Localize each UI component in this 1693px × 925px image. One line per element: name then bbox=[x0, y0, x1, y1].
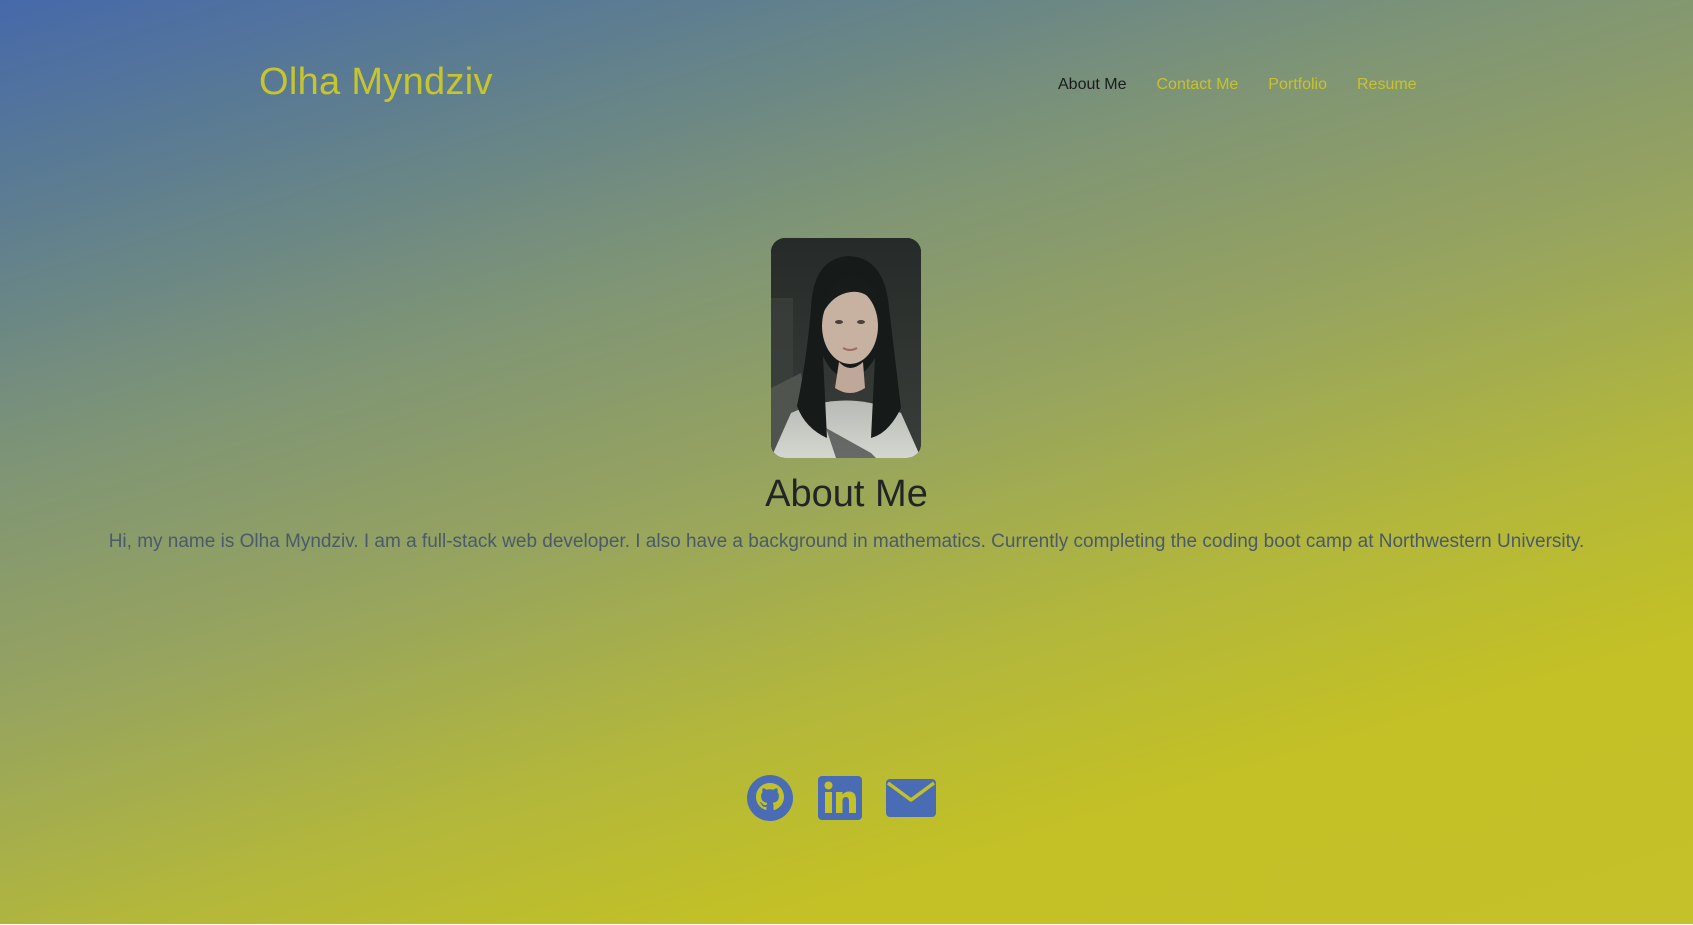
github-link[interactable] bbox=[746, 774, 794, 822]
main-nav: About Me Contact Me Portfolio Resume bbox=[1058, 74, 1417, 96]
profile-photo bbox=[771, 238, 921, 458]
github-icon bbox=[747, 775, 793, 821]
linkedin-link[interactable] bbox=[818, 776, 862, 820]
site-title[interactable]: Olha Myndziv bbox=[259, 58, 493, 106]
nav-link-portfolio[interactable]: Portfolio bbox=[1268, 74, 1327, 96]
about-me-heading: About Me bbox=[765, 473, 928, 515]
email-link[interactable] bbox=[886, 779, 936, 817]
about-me-bio: Hi, my name is Olha Myndziv. I am a full… bbox=[108, 531, 1585, 552]
social-links bbox=[746, 774, 936, 822]
nav-link-resume[interactable]: Resume bbox=[1357, 74, 1417, 96]
nav-link-about-me[interactable]: About Me bbox=[1058, 74, 1126, 96]
linkedin-icon bbox=[818, 776, 862, 820]
page: Olha Myndziv About Me Contact Me Portfol… bbox=[0, 0, 1693, 925]
email-icon bbox=[886, 779, 936, 817]
profile-photo-image bbox=[771, 238, 921, 458]
nav-link-contact-me[interactable]: Contact Me bbox=[1156, 74, 1238, 96]
